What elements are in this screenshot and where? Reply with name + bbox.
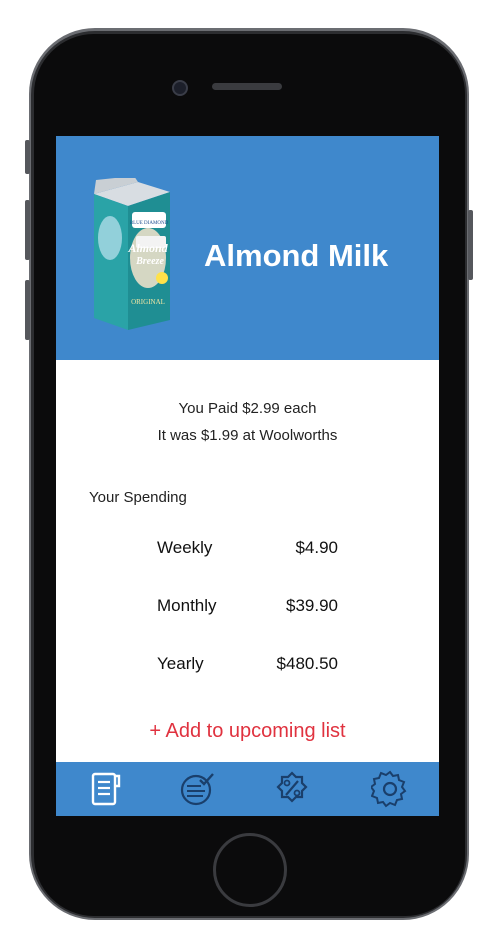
add-to-upcoming-list-button[interactable]: + Add to upcoming list	[56, 720, 439, 743]
tab-receipts[interactable]	[84, 768, 128, 810]
checklist-icon	[180, 773, 214, 806]
spending-label-yearly: Yearly	[157, 654, 204, 673]
spending-section-title: Your Spending	[89, 489, 187, 506]
spending-value-monthly: $39.90	[286, 596, 338, 615]
comparison-price-text: It was $1.99 at Woolworths	[157, 427, 338, 444]
app-screen: BLUE DIAMOND Almond Breeze ORIGINAL Almo…	[56, 136, 439, 816]
settings-icon	[371, 770, 407, 808]
bottom-tab-bar	[56, 762, 439, 816]
spending-label-monthly: Monthly	[157, 596, 217, 615]
power-button	[468, 210, 473, 280]
spending-value-weekly: $4.90	[295, 538, 338, 557]
product-header: BLUE DIAMOND Almond Breeze ORIGINAL Almo…	[56, 136, 439, 360]
svg-text:Almond: Almond	[127, 241, 168, 255]
paid-price-text: You Paid $2.99 each	[178, 400, 317, 417]
receipt-icon	[91, 772, 121, 806]
svg-text:BLUE DIAMOND: BLUE DIAMOND	[130, 221, 169, 226]
spending-label-weekly: Weekly	[157, 538, 213, 557]
product-title: Almond Milk	[204, 238, 389, 273]
almond-milk-carton-image: BLUE DIAMOND Almond Breeze ORIGINAL	[94, 178, 170, 330]
svg-text:ORIGINAL: ORIGINAL	[131, 298, 165, 306]
volume-up-button	[25, 200, 30, 260]
earpiece-speaker	[212, 83, 282, 90]
discount-icon	[276, 771, 308, 803]
spending-value-yearly: $480.50	[276, 654, 338, 673]
svg-text:Breeze: Breeze	[135, 256, 164, 267]
home-button[interactable]	[213, 833, 287, 907]
mute-switch	[25, 140, 30, 174]
front-camera	[172, 80, 188, 96]
tab-checklist[interactable]	[175, 768, 219, 810]
tab-settings[interactable]	[368, 768, 412, 810]
volume-down-button	[25, 280, 30, 340]
tab-discounts[interactable]	[270, 768, 314, 810]
